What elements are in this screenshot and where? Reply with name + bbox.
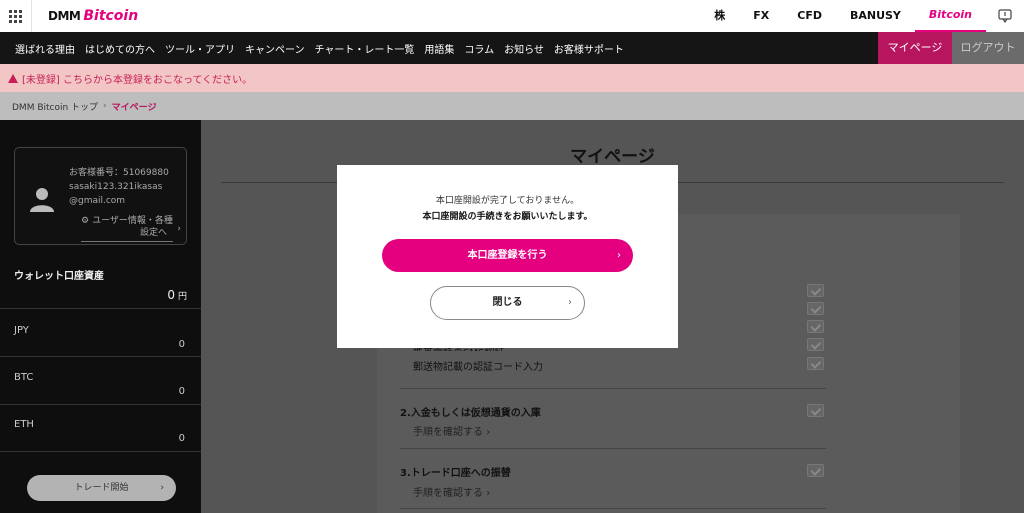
close-button[interactable]: 閉じる ›: [430, 286, 585, 320]
close-label: 閉じる: [492, 297, 523, 308]
mail-code-step: 郵送物記載の認証コード入力: [413, 362, 543, 373]
profile-card: お客様番号：51069880 sasaki123.321ikasas @gmai…: [14, 147, 187, 245]
currency-value-eth: 0: [178, 433, 185, 444]
chevron-right-icon: ›: [160, 483, 164, 493]
check-icon: [807, 464, 824, 477]
divider: [0, 404, 201, 405]
registration-alert[interactable]: [未登録] こちらから本登録をおこなってください。: [0, 64, 1024, 92]
check-icon: [807, 404, 824, 417]
nav-item-beginners[interactable]: はじめての方へ: [80, 41, 160, 56]
brand-bitcoin[interactable]: Bitcoin: [914, 0, 986, 32]
logo-bitcoin: Bitcoin: [83, 8, 139, 24]
modal-message-1: 本口座開設が完了しておりません。: [435, 196, 580, 206]
wallet-total: 0円: [167, 288, 187, 302]
breadcrumb: DMM Bitcoin トップ › マイページ: [0, 92, 1024, 120]
breadcrumb-home[interactable]: DMM Bitcoin トップ: [12, 100, 98, 113]
warning-icon: [8, 73, 18, 83]
modal-message-2: 本口座開設の手続きをお願いいたします。: [422, 212, 593, 222]
chevron-right-icon: ›: [568, 297, 572, 308]
nav-item-tools[interactable]: ツール・アプリ: [160, 41, 240, 56]
top-bar: DMM Bitcoin 株 FX CFD BANUSY Bitcoin: [0, 0, 1024, 32]
trade-start-label: トレード開始: [74, 483, 129, 493]
wallet-assets-title: ウォレット口座資産: [14, 271, 104, 282]
step3-link-label: 手順を確認する: [413, 488, 483, 499]
avatar-icon: [27, 184, 57, 214]
step2-link[interactable]: 手順を確認する ›: [413, 423, 490, 438]
check-icon: [807, 357, 824, 370]
logo-dmm: DMM: [48, 9, 81, 23]
wallet-total-value: 0: [167, 288, 175, 302]
divider: [400, 508, 826, 509]
currency-label-btc: BTC: [14, 372, 34, 383]
main-nav: 選ばれる理由 はじめての方へ ツール・アプリ キャンペーン チャート・レート一覧…: [0, 32, 1024, 64]
nav-item-charts[interactable]: チャート・レート一覧: [310, 41, 420, 56]
chevron-right-icon: ›: [486, 488, 491, 499]
logo[interactable]: DMM Bitcoin: [48, 8, 138, 24]
chevron-right-icon: ›: [617, 250, 621, 261]
check-icon: [807, 302, 824, 315]
sidebar: お客様番号：51069880 sasaki123.321ikasas @gmai…: [0, 120, 201, 513]
registration-modal: 本口座開設が完了しておりません。 本口座開設の手続きをお願いいたします。 本口座…: [337, 165, 678, 348]
alert-text[interactable]: [未登録] こちらから本登録をおこなってください。: [22, 71, 252, 86]
brand-cfd[interactable]: CFD: [783, 0, 836, 32]
brand-kabu[interactable]: 株: [700, 0, 739, 32]
nav-item-campaign[interactable]: キャンペーン: [240, 41, 310, 56]
logout-button[interactable]: ログアウト: [952, 32, 1024, 64]
user-settings-link[interactable]: ⚙ ユーザー情報・各種 設定へ ›: [81, 215, 181, 242]
divider: [400, 388, 826, 389]
user-settings-label-1: ユーザー情報・各種: [92, 216, 173, 226]
currency-label-eth: ETH: [14, 419, 34, 430]
page-title: マイページ: [570, 147, 655, 167]
step3-title: 3.トレード口座への振替: [400, 468, 511, 479]
email-line-1: sasaki123.321ikasas: [69, 182, 163, 192]
nav-item-support[interactable]: お客様サポート: [549, 41, 629, 56]
check-icon: [807, 338, 824, 351]
breadcrumb-current: マイページ: [111, 102, 157, 113]
user-settings-label-2: 設定へ: [139, 228, 167, 238]
brand-banusy[interactable]: BANUSY: [836, 0, 915, 32]
step2-link-label: 手順を確認する: [413, 427, 483, 438]
currency-value-jpy: 0: [178, 339, 185, 350]
chevron-right-icon: ›: [177, 224, 181, 234]
currency-value-btc: 0: [178, 386, 185, 397]
mypage-button[interactable]: マイページ: [878, 32, 952, 64]
customer-info: お客様番号：51069880 sasaki123.321ikasas @gmai…: [69, 166, 187, 208]
step3-link[interactable]: 手順を確認する ›: [413, 484, 490, 499]
divider: [0, 308, 201, 309]
nav-item-column[interactable]: コラム: [459, 41, 499, 56]
step2-title: 2.入金もしくは仮想通貨の入庫: [400, 408, 541, 419]
brand-fx[interactable]: FX: [739, 0, 783, 32]
chevron-right-icon: ›: [486, 427, 491, 438]
nav-item-reasons[interactable]: 選ばれる理由: [10, 41, 80, 56]
check-icon: [807, 320, 824, 333]
register-account-button[interactable]: 本口座登録を行う ›: [382, 239, 633, 272]
notification-icon[interactable]: [986, 0, 1024, 32]
register-account-label: 本口座登録を行う: [467, 250, 548, 261]
divider: [0, 451, 201, 452]
email-line-2: @gmail.com: [69, 196, 126, 206]
check-icon: [807, 284, 824, 297]
trade-start-button[interactable]: トレード開始 ›: [27, 475, 176, 501]
gear-icon: ⚙: [81, 216, 90, 226]
divider: [400, 448, 826, 449]
nav-item-glossary[interactable]: 用語集: [419, 41, 459, 56]
customer-number: お客様番号：51069880: [69, 168, 169, 178]
app-grid-icon[interactable]: [0, 0, 32, 32]
brand-nav: 株 FX CFD BANUSY Bitcoin: [700, 0, 1024, 32]
chevron-right-icon: ›: [103, 101, 107, 111]
currency-label-jpy: JPY: [14, 325, 29, 336]
divider: [0, 356, 201, 357]
nav-item-news[interactable]: お知らせ: [499, 41, 549, 56]
yen-unit: 円: [177, 292, 187, 302]
